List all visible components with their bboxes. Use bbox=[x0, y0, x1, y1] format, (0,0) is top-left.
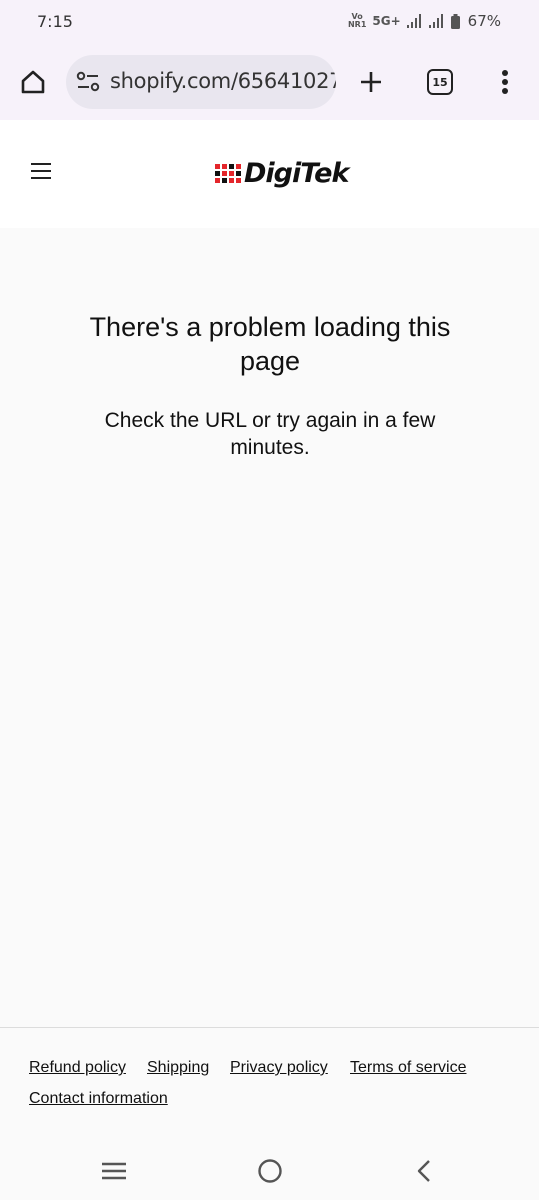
logo-mark bbox=[215, 164, 241, 183]
tab-count: 15 bbox=[427, 69, 453, 95]
terms-of-service-link[interactable]: Terms of service bbox=[350, 1059, 466, 1077]
error-message: Check the URL or try again in a few minu… bbox=[104, 409, 436, 459]
signal-icon bbox=[406, 14, 421, 28]
browser-toolbar: shopify.com/65641027 15 bbox=[0, 44, 539, 120]
menu-button[interactable] bbox=[490, 63, 520, 101]
error-title: There's a problem loading this page bbox=[89, 312, 451, 376]
battery-percentage: 67% bbox=[467, 12, 501, 30]
home-button[interactable] bbox=[14, 63, 52, 101]
back-button[interactable] bbox=[408, 1155, 440, 1187]
tab-switcher-button[interactable]: 15 bbox=[421, 63, 459, 101]
logo-text: DigiTek bbox=[244, 158, 349, 189]
status-time: 7:15 bbox=[37, 12, 73, 31]
home-nav-button[interactable] bbox=[252, 1155, 288, 1187]
site-settings-icon[interactable] bbox=[76, 71, 100, 98]
status-bar: 7:15 Vo NR1 5G+ 67% bbox=[0, 0, 539, 44]
circle-home-icon bbox=[258, 1159, 282, 1183]
network-type: 5G+ bbox=[372, 14, 401, 28]
refund-policy-link[interactable]: Refund policy bbox=[29, 1059, 126, 1077]
volte-indicator: Vo NR1 bbox=[347, 12, 367, 29]
address-bar[interactable]: shopify.com/65641027 bbox=[66, 55, 336, 109]
plus-icon bbox=[361, 72, 381, 92]
menu-icon[interactable] bbox=[31, 163, 51, 181]
home-icon bbox=[21, 70, 45, 94]
back-chevron-icon bbox=[417, 1160, 430, 1182]
privacy-policy-link[interactable]: Privacy policy bbox=[230, 1059, 328, 1077]
new-tab-button[interactable] bbox=[352, 63, 390, 101]
contact-information-link[interactable]: Contact information bbox=[29, 1090, 168, 1108]
system-nav-bar bbox=[0, 1142, 539, 1200]
brand-logo[interactable]: DigiTek bbox=[215, 158, 349, 189]
battery-icon bbox=[450, 13, 460, 29]
shipping-link[interactable]: Shipping bbox=[147, 1059, 209, 1077]
recents-button[interactable] bbox=[96, 1156, 132, 1186]
footer-divider bbox=[0, 1027, 539, 1028]
more-vert-icon bbox=[502, 70, 508, 94]
site-header: DigiTek bbox=[0, 120, 539, 228]
recents-icon bbox=[102, 1162, 126, 1180]
signal-icon-2 bbox=[428, 14, 443, 28]
status-icons: Vo NR1 5G+ 67% bbox=[348, 12, 501, 30]
url-text[interactable]: shopify.com/65641027 bbox=[110, 69, 336, 93]
